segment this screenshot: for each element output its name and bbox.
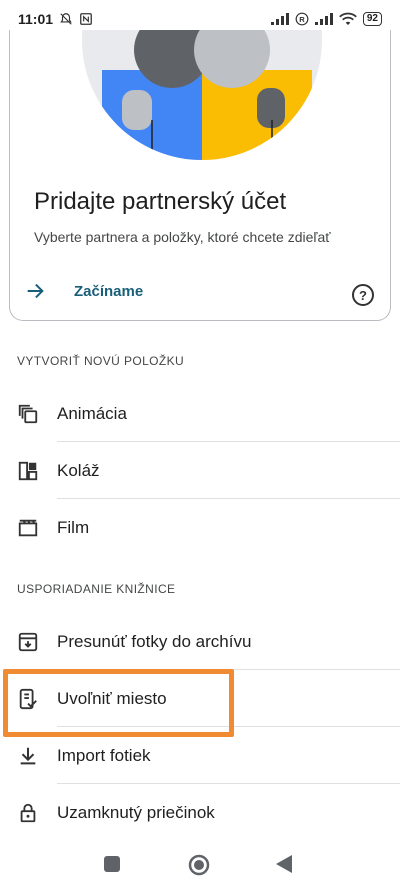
get-started-button[interactable]: Začíname	[24, 280, 143, 302]
card-subtitle: Vyberte partnera a položky, ktoré chcete…	[34, 229, 331, 245]
movie-icon	[18, 519, 38, 536]
archive-icon	[18, 632, 38, 651]
list-item-movie[interactable]: Film	[0, 499, 400, 556]
home-icon[interactable]	[188, 854, 210, 876]
clock: 11:01	[18, 11, 54, 27]
signal-icon-2	[314, 13, 333, 25]
battery-icon: 92	[362, 12, 382, 26]
list-item-label: Film	[57, 517, 90, 537]
wifi-icon	[339, 12, 357, 25]
list-item-archive[interactable]: Presunúť fotky do archívu	[0, 613, 400, 670]
list-item-label: Koláž	[57, 460, 100, 480]
partner-account-card[interactable]: Pridajte partnerský účet Vyberte partner…	[9, 30, 391, 321]
list-item-animation[interactable]: Animácia	[0, 385, 400, 442]
nfc-icon	[80, 13, 92, 25]
card-title: Pridajte partnerský účet	[34, 188, 287, 215]
help-icon[interactable]: ?	[352, 284, 374, 306]
recents-icon[interactable]	[104, 856, 120, 872]
signal-icon	[270, 13, 289, 25]
arrow-right-icon	[27, 283, 44, 299]
partner-illustration	[82, 30, 322, 160]
animation-icon	[18, 404, 38, 423]
lock-icon	[20, 803, 36, 822]
get-started-label: Začíname	[74, 282, 144, 300]
mute-icon	[60, 13, 72, 25]
navigation-bar	[0, 840, 400, 889]
collage-icon	[18, 461, 38, 480]
list-item-label: Animácia	[57, 403, 127, 423]
list-item-label: Presunúť fotky do archívu	[57, 631, 252, 651]
library-section-header: USPORIADANIE KNIŽNICE	[17, 582, 176, 596]
create-section-header: VYTVORIŤ NOVÚ POLOŽKU	[17, 354, 185, 368]
download-icon	[20, 747, 36, 764]
list-item-locked-folder[interactable]: Uzamknutý priečinok	[0, 784, 400, 841]
list-item-collage[interactable]: Koláž	[0, 442, 400, 499]
status-bar-right: R 92	[270, 12, 382, 26]
svg-text:R: R	[299, 15, 305, 24]
highlight-box	[3, 669, 234, 737]
roaming-icon: R	[295, 12, 309, 26]
list-item-label: Uzamknutý priečinok	[57, 802, 215, 822]
status-bar-left: 11:01	[18, 11, 93, 27]
back-icon[interactable]	[276, 855, 292, 873]
list-item-label: Import fotiek	[57, 745, 151, 765]
